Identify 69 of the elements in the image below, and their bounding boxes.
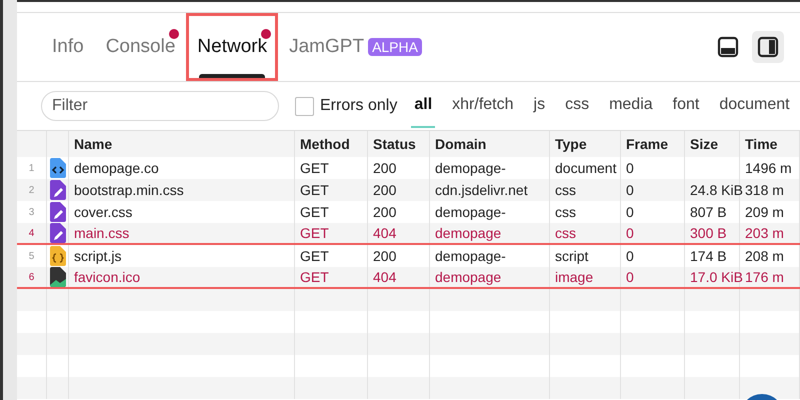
table-cell: 174 B xyxy=(690,248,727,264)
table-cell: 176 m xyxy=(745,269,784,285)
errors-only-checkbox[interactable]: Errors only xyxy=(295,96,398,116)
table-cell: 24.8 KiB xyxy=(690,182,743,198)
table-cell: demopage xyxy=(435,269,502,285)
table-cell: GET xyxy=(300,225,329,241)
row-number: 6 xyxy=(28,272,34,282)
table-cell: 200 xyxy=(373,248,396,264)
panel-tab[interactable]: Console xyxy=(94,13,186,81)
table-cell: 200 xyxy=(373,182,396,198)
type-filter-tab[interactable]: xhr/fetch xyxy=(449,84,517,128)
table-cell: 0 xyxy=(626,248,634,264)
table-cell: 0 xyxy=(626,182,634,198)
type-filter-tab[interactable]: document xyxy=(716,84,793,128)
panel-tab[interactable]: Network xyxy=(186,13,278,81)
panel-tab[interactable]: JamGPT ALPHA xyxy=(278,13,433,81)
table-cell: 300 B xyxy=(690,225,727,241)
type-filter-tab[interactable]: js xyxy=(530,84,548,128)
table-cell: script xyxy=(555,248,588,264)
dock-right-button[interactable] xyxy=(752,31,784,63)
table-cell: image xyxy=(555,269,594,285)
table-cell: css xyxy=(555,204,576,220)
row-number: 3 xyxy=(28,206,34,218)
table-cell: css xyxy=(555,225,576,241)
alpha-badge: ALPHA xyxy=(368,38,422,56)
table-cell: GET xyxy=(300,248,329,264)
filter-field[interactable]: Filter xyxy=(41,91,279,121)
table-cell: 0 xyxy=(626,225,634,241)
table-cell: 807 B xyxy=(690,204,727,220)
table-cell: 0 xyxy=(626,269,634,285)
table-cell: cdn.jsdelivr.net xyxy=(435,182,528,198)
active-tab-indicator xyxy=(199,74,266,78)
table-cell: 318 m xyxy=(745,182,784,198)
table-cell: main.css xyxy=(74,225,130,241)
table-cell: 200 xyxy=(373,160,396,176)
row-number: 2 xyxy=(28,184,34,196)
type-filter-tab[interactable]: font xyxy=(670,84,702,128)
table-cell: 200 xyxy=(373,204,396,220)
table-cell: demopage- xyxy=(435,248,506,264)
table-cell: 17.0 KiB xyxy=(690,269,743,285)
type-filter-tab[interactable]: all xyxy=(411,84,436,128)
table-cell: 208 m xyxy=(745,248,784,264)
table-cell: bootstrap.min.css xyxy=(74,182,184,198)
table-cell: 209 m xyxy=(745,204,784,220)
table-cell: favicon.ico xyxy=(74,269,140,285)
table-cell: demopage.co xyxy=(74,160,159,176)
table-cell: script.js xyxy=(74,248,122,264)
type-filter-tab[interactable]: media xyxy=(606,84,656,128)
table-cell: cover.css xyxy=(74,204,132,220)
table-cell: GET xyxy=(300,204,329,220)
table-cell: GET xyxy=(300,182,329,198)
table-cell: GET xyxy=(300,160,329,176)
row-number: 4 xyxy=(28,228,34,238)
table-cell: GET xyxy=(300,269,329,285)
table-cell: demopage- xyxy=(435,204,506,220)
table-cell: 0 xyxy=(626,160,634,176)
table-cell: css xyxy=(555,182,576,198)
row-number: 1 xyxy=(28,162,34,174)
table-cell: 404 xyxy=(373,269,396,285)
table-cell: 1496 m xyxy=(745,160,792,176)
type-filter-tab[interactable]: css xyxy=(562,84,592,128)
table-cell: document xyxy=(555,160,616,176)
panel-tab[interactable]: Info xyxy=(41,13,95,81)
table-cell: 203 m xyxy=(745,225,784,241)
table-cell: 0 xyxy=(626,204,634,220)
table-cell: demopage xyxy=(435,225,502,241)
row-number: 5 xyxy=(28,250,34,262)
table-cell: 404 xyxy=(373,225,396,241)
table-cell: demopage- xyxy=(435,160,506,176)
